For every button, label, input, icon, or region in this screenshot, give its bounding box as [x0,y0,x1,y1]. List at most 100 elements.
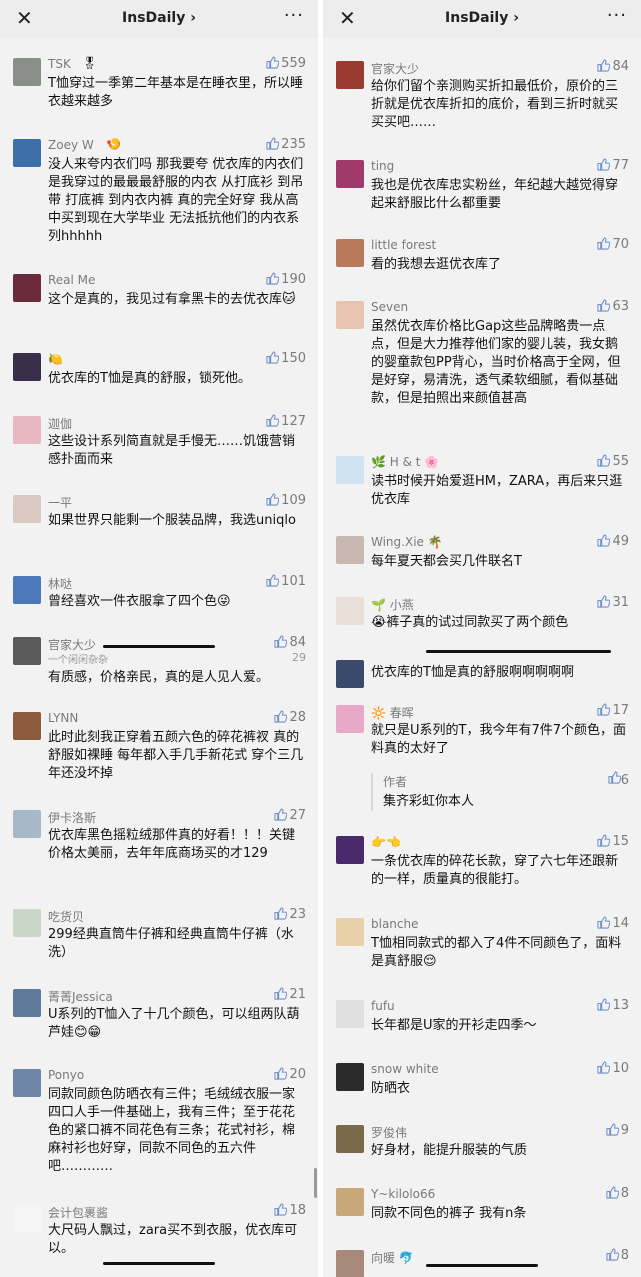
like-count: 49 [612,534,629,549]
avatar[interactable] [336,1250,364,1277]
like-button[interactable]: 9 [606,1123,629,1138]
like-button[interactable]: 235 [266,137,306,152]
like-button[interactable]: 14 [597,916,629,931]
avatar[interactable] [336,705,364,733]
like-button[interactable]: 13 [597,998,629,1013]
commenter-name[interactable]: 🌿 H & t 🌸 [371,455,439,469]
commenter-name[interactable]: fufu [371,999,395,1013]
commenter-name[interactable]: 🍋 [48,352,63,366]
like-button[interactable]: 559 [266,56,306,71]
commenter-name[interactable]: snow white [371,1062,439,1076]
like-button[interactable]: 63 [597,299,629,314]
like-button[interactable]: 20 [274,1067,306,1082]
like-button[interactable]: 150 [266,351,306,366]
reply-like-button[interactable]: 6 [608,771,629,788]
commenter-name[interactable]: 吃货贝 [48,908,84,925]
avatar[interactable] [336,239,364,267]
avatar[interactable] [13,1205,41,1233]
avatar[interactable] [13,989,41,1017]
commenter-name[interactable]: 一平 [48,494,72,511]
avatar[interactable] [336,1125,364,1153]
commenter-name[interactable]: 会计包裹酱 [48,1204,108,1221]
like-button[interactable]: 8 [606,1186,629,1201]
like-button[interactable]: 77 [597,158,629,173]
commenter-name[interactable]: ting [371,159,394,173]
commenter-name[interactable]: 林哒 [48,575,72,592]
like-button[interactable]: 18 [274,1203,306,1218]
avatar[interactable] [336,61,364,89]
like-button[interactable]: 28 [274,710,306,725]
avatar[interactable] [13,416,41,444]
avatar[interactable] [336,660,364,688]
avatar[interactable] [13,353,41,381]
avatar[interactable] [336,1188,364,1216]
avatar[interactable] [13,1069,41,1097]
commenter-name[interactable]: 罗俊伟 [371,1124,407,1141]
avatar[interactable] [336,456,364,484]
avatar[interactable] [336,836,364,864]
like-button[interactable]: 15 [597,834,629,849]
commenter-name[interactable]: Ponyo [48,1068,84,1082]
like-button[interactable]: 101 [266,574,306,589]
like-button[interactable]: 70 [597,237,629,252]
commenter-name[interactable]: 伊卡洛斯 [48,809,96,826]
commenter-name[interactable]: 👉👈 [371,835,401,849]
like-button[interactable]: 49 [597,534,629,549]
like-button[interactable]: 8 [606,1248,629,1263]
like-count: 8 [620,1248,629,1263]
more-icon[interactable]: ··· [607,4,627,28]
scrollbar[interactable] [314,1168,317,1198]
reply-author[interactable]: 作者 [383,773,629,790]
like-button[interactable]: 84 [597,59,629,74]
commenter-name[interactable]: 官家大少 [371,60,419,77]
commenter-name[interactable]: 向暖 🐬 [371,1249,414,1266]
commenter-name[interactable]: Real Me [48,273,95,287]
avatar[interactable] [13,576,41,604]
thumbs-up-icon [266,351,280,364]
avatar[interactable] [336,160,364,188]
avatar[interactable] [336,597,364,625]
like-button[interactable]: 21 [274,987,306,1002]
like-button[interactable]: 109 [266,493,306,508]
like-button[interactable]: 127 [266,414,306,429]
comment-text: 就只是U系列的T，我今年有7件7个颜色，面料真的太好了 [371,723,626,756]
commenter-name[interactable]: 🔆 春晖 [371,704,414,721]
commenter-name[interactable]: 迦伽 [48,415,72,432]
avatar[interactable] [336,536,364,564]
like-button[interactable]: 10 [597,1061,629,1076]
avatar[interactable] [13,909,41,937]
avatar[interactable] [13,58,41,86]
like-button[interactable]: 23 [274,907,306,922]
avatar[interactable] [336,1000,364,1028]
commenter-name[interactable]: blanche [371,917,419,931]
avatar[interactable] [336,918,364,946]
commenter-name[interactable]: Wing.Xie 🌴 [371,535,443,549]
avatar[interactable] [13,637,41,665]
commenter-name[interactable]: Y~kilolo66 [371,1187,435,1201]
page-title[interactable]: InsDaily › [323,10,641,26]
avatar[interactable] [336,301,364,329]
like-button[interactable]: 31 [597,595,629,610]
avatar[interactable] [13,712,41,740]
commenter-name[interactable]: TSK [48,57,71,71]
like-button[interactable]: 27 [274,808,306,823]
like-button[interactable]: 84 [274,635,306,650]
like-button[interactable]: 17 [597,703,629,718]
page-title[interactable]: InsDaily › [0,10,318,26]
commenter-name[interactable]: 菁菁Jessica [48,988,113,1005]
commenter-name[interactable]: 🌱 小燕 [371,596,414,613]
avatar[interactable] [13,495,41,523]
avatar[interactable] [13,139,41,167]
commenter-name[interactable]: Seven [371,300,408,314]
more-icon[interactable]: ··· [284,4,304,28]
avatar[interactable] [13,274,41,302]
badge-icon: 🎖 [82,56,98,70]
avatar[interactable] [336,1063,364,1091]
reply-text: 集齐彩虹你本人 [383,794,475,809]
avatar[interactable] [13,810,41,838]
commenter-name[interactable]: Zoey W [48,138,94,152]
commenter-name[interactable]: little forest [371,238,436,252]
like-button[interactable]: 190 [266,272,306,287]
like-button[interactable]: 55 [597,454,629,469]
commenter-name[interactable]: LYNN [48,711,78,725]
